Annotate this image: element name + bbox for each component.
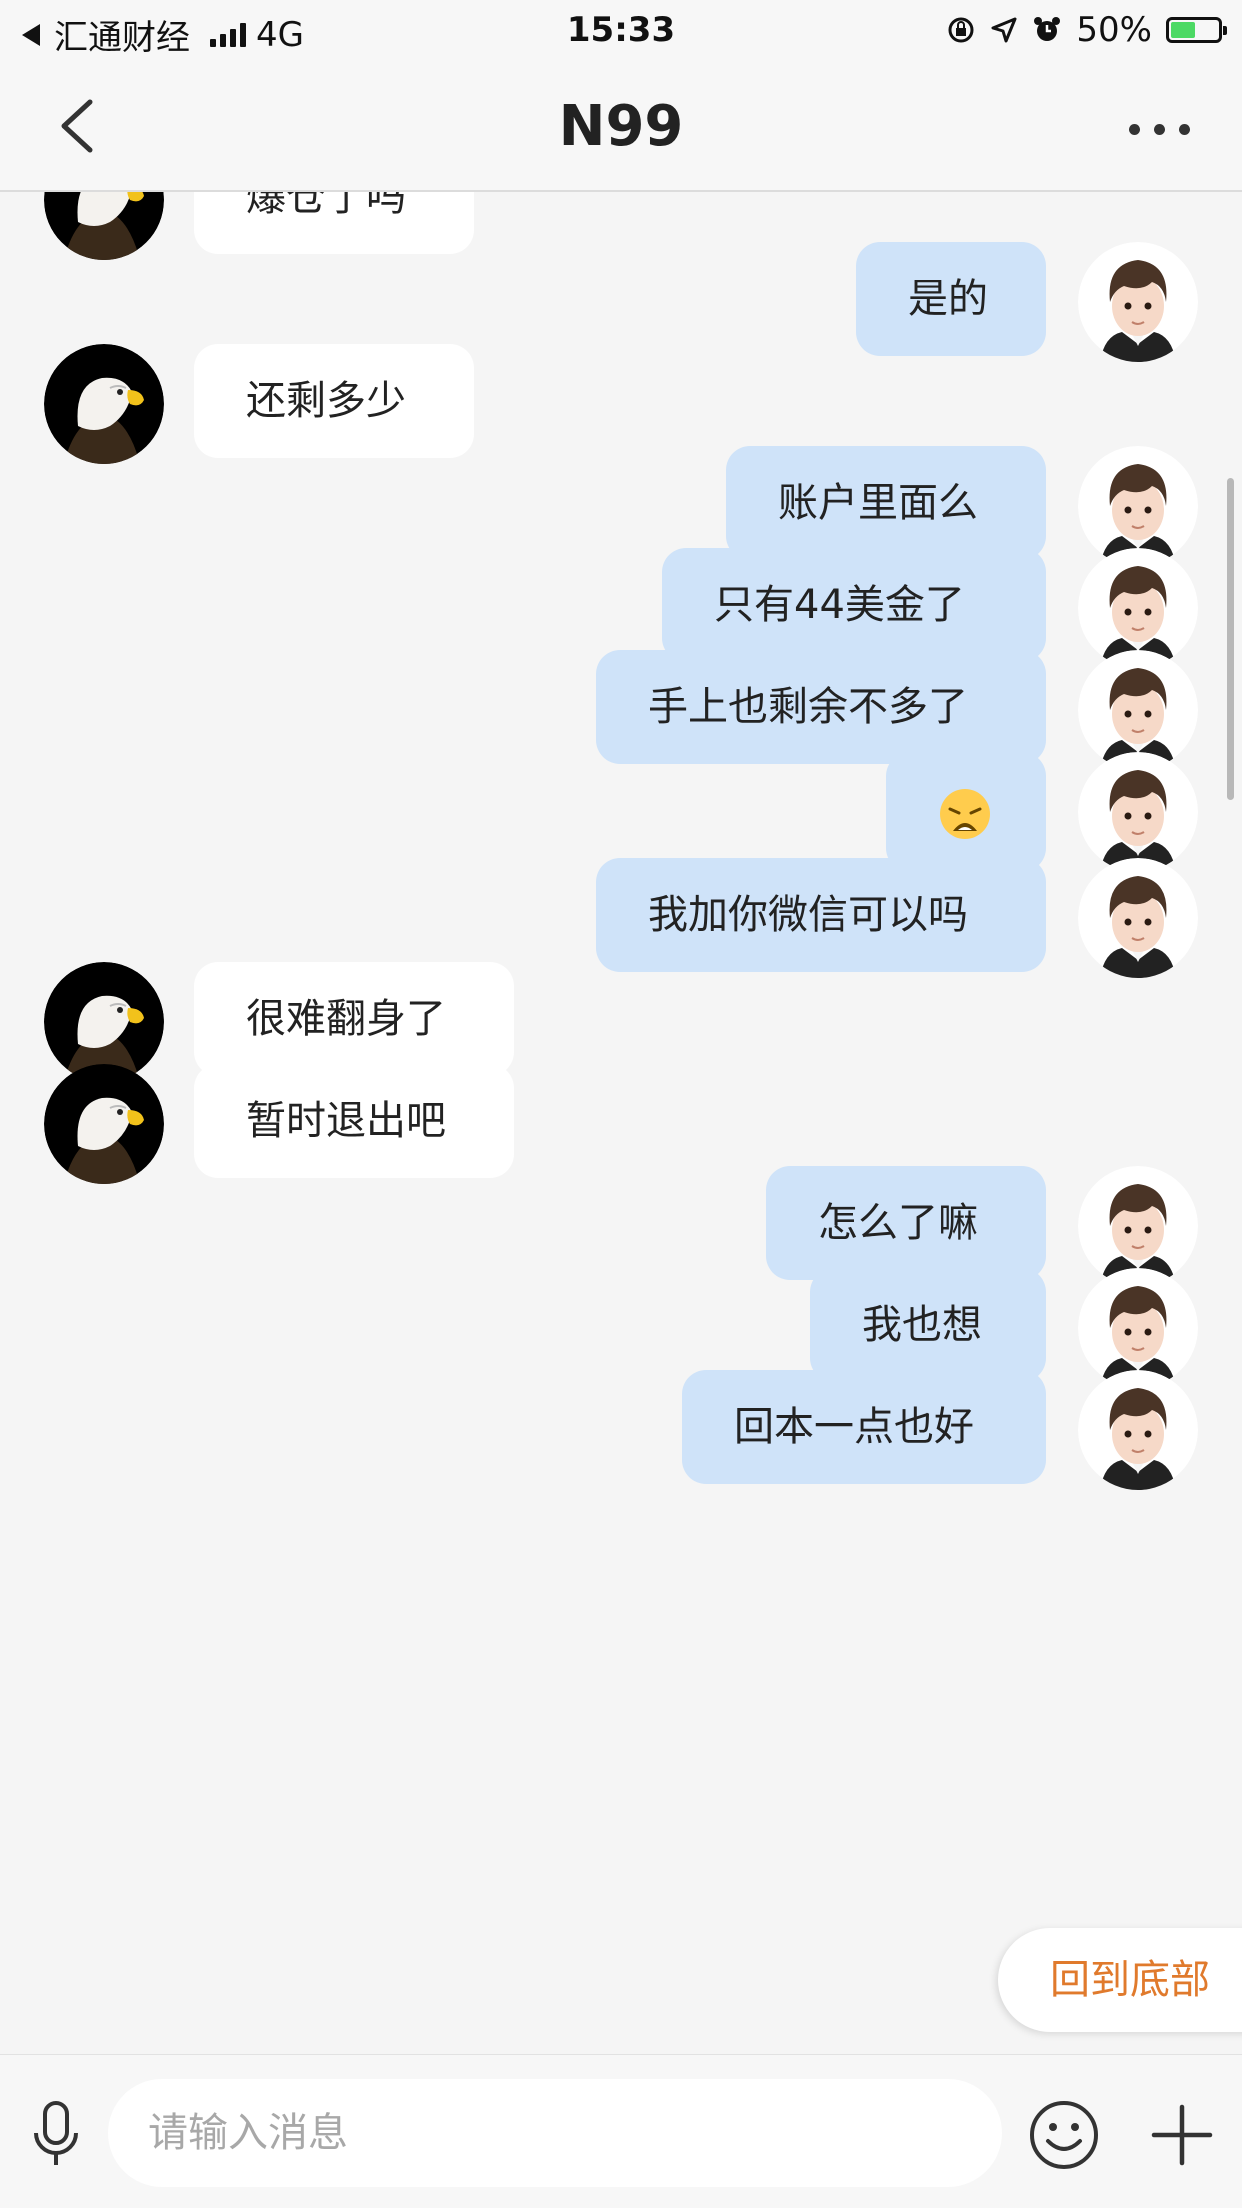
orientation-lock-icon (948, 17, 974, 43)
back-to-bottom-button[interactable]: 回到底部 (998, 1928, 1242, 2032)
message-bubble[interactable] (886, 752, 1046, 872)
message-bubble[interactable]: 还剩多少 (194, 344, 474, 458)
message-bubble[interactable]: 怎么了嘛 (766, 1166, 1046, 1280)
emoji-icon[interactable] (1028, 2099, 1100, 2171)
input-bar (0, 2054, 1242, 2208)
message-bubble[interactable]: 爆仓了吗 (194, 192, 474, 254)
microphone-icon[interactable] (26, 2099, 86, 2169)
message-bubble[interactable]: 我也想 (810, 1268, 1046, 1382)
contact-avatar[interactable] (44, 1064, 164, 1184)
user-avatar[interactable] (1078, 752, 1198, 872)
message-bubble[interactable]: 我加你微信可以吗 (596, 858, 1046, 972)
message-bubble[interactable]: 回本一点也好 (682, 1370, 1046, 1484)
status-right: 50% (946, 10, 1227, 50)
battery-percent: 50% (1076, 10, 1152, 50)
contact-avatar[interactable] (44, 192, 164, 260)
alarm-icon (1034, 17, 1061, 41)
message-input[interactable] (108, 2079, 1002, 2187)
message-bubble[interactable]: 账户里面么 (726, 446, 1046, 560)
add-icon[interactable] (1150, 2103, 1214, 2167)
more-options-icon[interactable] (1129, 124, 1190, 135)
weary-face-icon (940, 789, 990, 839)
user-avatar[interactable] (1078, 1370, 1198, 1490)
user-avatar[interactable] (1078, 858, 1198, 978)
chat-message-list[interactable]: 爆仓了吗 是的 还剩多少 账户里面么 只有44美金了 手上也剩余不多了 我加你微… (0, 192, 1242, 2054)
page-title: N99 (558, 94, 684, 159)
battery-fill (1171, 22, 1195, 38)
location-icon (991, 17, 1017, 43)
message-bubble[interactable]: 手上也剩余不多了 (596, 650, 1046, 764)
contact-avatar[interactable] (44, 344, 164, 464)
nav-bar: N99 (0, 62, 1242, 192)
message-bubble[interactable]: 暂时退出吧 (194, 1064, 514, 1178)
status-bar: 汇通财经 4G 15:33 50% (0, 0, 1242, 62)
message-bubble[interactable]: 只有44美金了 (662, 548, 1046, 662)
message-bubble[interactable]: 是的 (856, 242, 1046, 356)
scrollbar[interactable] (1227, 478, 1234, 800)
message-bubble[interactable]: 很难翻身了 (194, 962, 514, 1076)
battery-icon (1166, 17, 1227, 43)
user-avatar[interactable] (1078, 242, 1198, 362)
